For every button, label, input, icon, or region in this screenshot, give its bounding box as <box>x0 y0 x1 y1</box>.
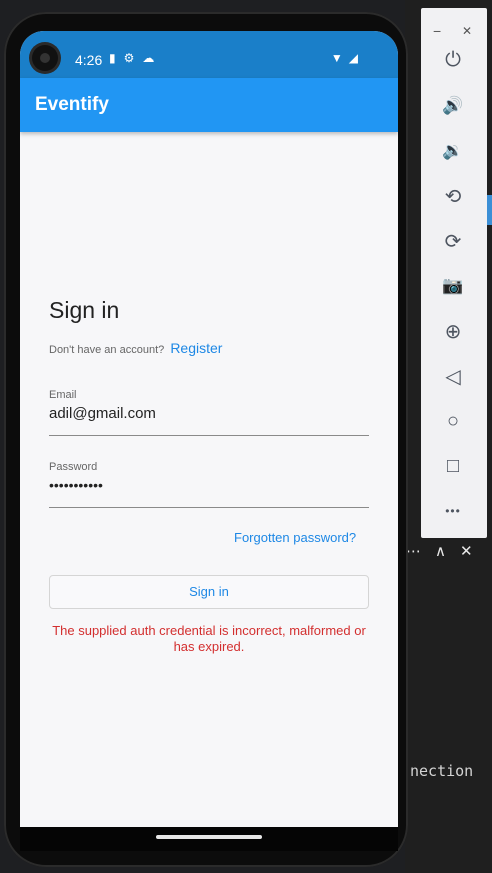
emulator-toolbar: − ✕ ⏻ 🔊 🔉 ⟲ ⟳ 📷 ⊕ ◁ ○ □ ••• <box>421 8 487 538</box>
email-label: Email <box>49 389 77 401</box>
phone-screen: 4:26 ▮ ⚙ ☁ ▼ ◢ Eventify Sign in Don't ha… <box>20 31 398 827</box>
password-field[interactable]: ••••••••••• <box>49 477 103 493</box>
email-underline <box>49 435 369 436</box>
password-label: Password <box>49 461 98 473</box>
ide-terminal-text: nection <box>410 762 474 780</box>
ide-overflow-icon[interactable]: ⋯ <box>406 542 421 560</box>
back-icon[interactable]: ◁ <box>435 361 471 391</box>
status-system-icons: ▼ ◢ <box>331 51 358 65</box>
ide-panel-controls: ⋯ ∧ ✕ <box>406 542 473 560</box>
status-time: 4:26 <box>75 52 103 68</box>
status-bar: 4:26 ▮ ⚙ ☁ ▼ ◢ <box>20 31 398 78</box>
home-icon[interactable]: ○ <box>435 406 471 436</box>
more-icon[interactable]: ••• <box>435 496 471 526</box>
ide-close-icon[interactable]: ✕ <box>460 542 473 560</box>
forgot-password-link[interactable]: Forgotten password? <box>234 530 356 545</box>
page-title: Sign in <box>49 297 120 323</box>
wifi-icon: ▼ <box>330 51 343 65</box>
app-bar: Eventify <box>20 78 398 132</box>
zoom-icon[interactable]: ⊕ <box>435 316 471 346</box>
volume-down-icon[interactable]: 🔉 <box>435 136 471 166</box>
minimize-icon[interactable]: − <box>433 23 441 39</box>
ide-collapse-icon[interactable]: ∧ <box>435 542 446 560</box>
email-field[interactable]: adil@gmail.com <box>49 405 156 422</box>
front-camera <box>32 45 58 71</box>
register-link[interactable]: Register <box>170 340 222 356</box>
cloud-icon: ☁ <box>142 51 155 65</box>
signal-icon: ◢ <box>348 51 358 65</box>
password-underline <box>49 507 369 508</box>
rotate-left-icon[interactable]: ⟲ <box>435 181 471 211</box>
sign-in-button[interactable]: Sign in <box>49 575 369 609</box>
close-icon[interactable]: ✕ <box>462 24 472 38</box>
toolbar-window-controls: − ✕ <box>421 16 487 39</box>
gesture-handle[interactable] <box>156 835 262 839</box>
volume-up-icon[interactable]: 🔊 <box>435 91 471 121</box>
overview-icon[interactable]: □ <box>435 451 471 481</box>
sd-card-icon: ▮ <box>109 51 116 65</box>
status-notification-icons: ▮ ⚙ ☁ <box>109 51 154 65</box>
app-title: Eventify <box>35 94 109 115</box>
camera-icon[interactable]: 📷 <box>435 271 471 301</box>
register-row: Don't have an account? Register <box>49 340 222 356</box>
rotate-right-icon[interactable]: ⟳ <box>435 226 471 256</box>
error-message: The supplied auth credential is incorrec… <box>52 623 366 654</box>
power-icon[interactable]: ⏻ <box>435 45 471 75</box>
settings-icon: ⚙ <box>123 51 135 65</box>
no-account-text: Don't have an account? <box>49 344 165 356</box>
nav-bar <box>20 827 398 851</box>
